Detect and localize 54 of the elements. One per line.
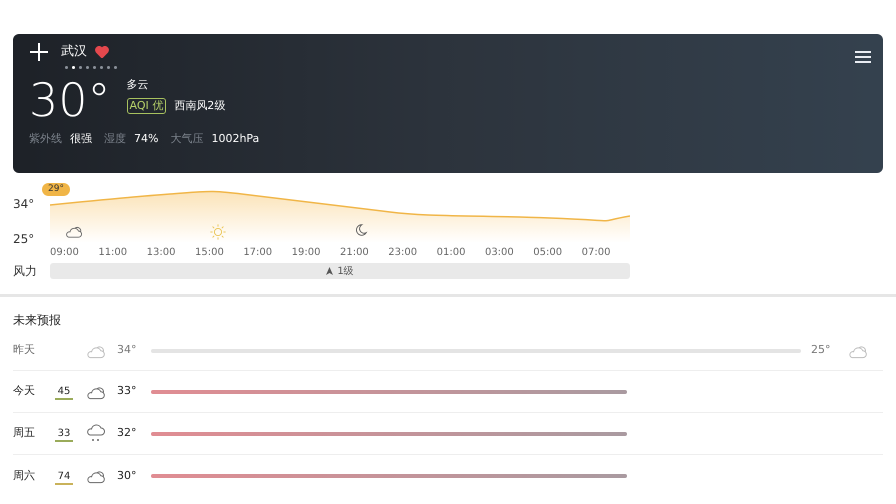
time-label: 09:00: [50, 246, 80, 260]
wind-text: 西南风2级: [174, 98, 226, 114]
detail-value: 1002hPa: [211, 131, 260, 147]
aqi-value: 45: [55, 386, 73, 400]
time-label: 23:00: [388, 246, 418, 260]
detail-label: 大气压: [170, 131, 204, 147]
detail-label: 湿度: [104, 131, 126, 147]
page-dot[interactable]: [72, 66, 75, 69]
page-dot[interactable]: [93, 66, 96, 69]
high-temp: 34°: [117, 342, 138, 358]
page-dot[interactable]: [100, 66, 103, 69]
city-name[interactable]: 武汉: [61, 42, 87, 62]
weather-condition: 多云: [126, 77, 150, 93]
high-temp: 33°: [117, 383, 138, 400]
aqi-badge: AQI 优: [126, 98, 166, 114]
add-icon: [29, 42, 49, 62]
arrow-icon: [326, 267, 334, 275]
day-label: 周六: [13, 468, 36, 484]
high-temp: 32°: [117, 425, 138, 442]
time-label: 03:00: [484, 246, 515, 260]
low-temp: 25°: [811, 342, 832, 358]
detail-value: 74%: [134, 131, 158, 147]
axis-label: 34°: [13, 196, 36, 213]
time-label: 11:00: [98, 246, 128, 260]
day-label: 周五: [13, 425, 36, 442]
time-label: 07:00: [582, 246, 612, 260]
high-temp: 30°: [117, 468, 138, 484]
time-label: 05:00: [533, 246, 564, 260]
time-label: 17:00: [243, 246, 274, 260]
aqi-value: 33: [55, 428, 73, 442]
page-dot[interactable]: [114, 66, 117, 69]
current-temperature: 30°: [29, 77, 111, 123]
sun-icon: [208, 223, 227, 241]
aqi-value: 74: [55, 470, 73, 484]
section-title: 未来预报: [13, 313, 61, 327]
time-label: 15:00: [194, 246, 225, 260]
detail-label: 紫外线: [29, 131, 62, 147]
day-label: 昨天: [13, 342, 36, 358]
page-dot[interactable]: [86, 66, 89, 69]
time-label: 13:00: [146, 246, 176, 260]
menu-icon: [855, 50, 871, 64]
page-dot[interactable]: [107, 66, 110, 69]
time-label: 01:00: [436, 246, 466, 260]
detail-value: 很强: [70, 131, 92, 147]
day-label: 今天: [13, 383, 36, 400]
page-dot[interactable]: [65, 66, 68, 69]
page-dot[interactable]: [79, 66, 82, 69]
axis-label: 25°: [13, 231, 36, 248]
time-label: 19:00: [292, 246, 322, 260]
moon-icon: [354, 223, 368, 237]
time-label: 21:00: [340, 246, 370, 260]
wind-label: 风力: [13, 263, 38, 280]
current-temp-badge: 29°: [42, 183, 70, 196]
wind-level: 1级: [337, 264, 354, 278]
